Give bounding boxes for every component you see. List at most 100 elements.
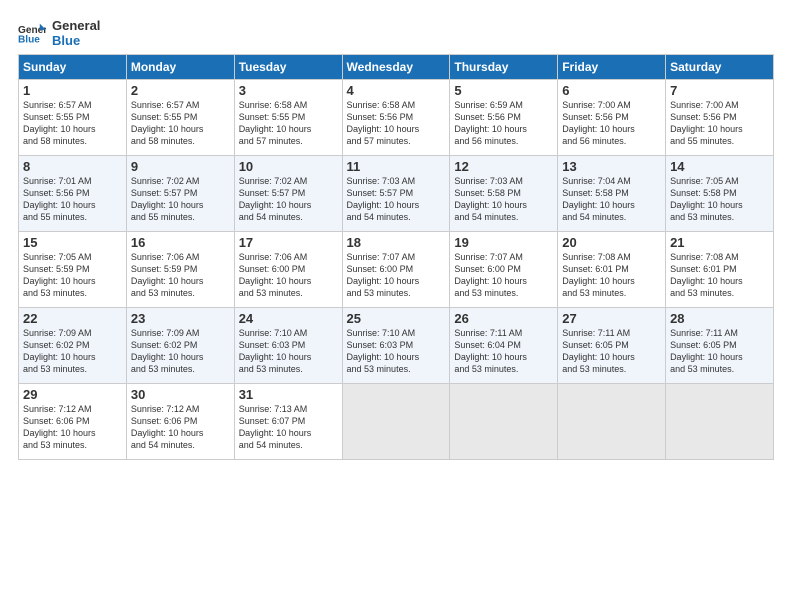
day-number: 2	[131, 83, 230, 98]
week-row-4: 22Sunrise: 7:09 AM Sunset: 6:02 PM Dayli…	[19, 308, 774, 384]
day-number: 19	[454, 235, 553, 250]
cell-info: Sunrise: 7:09 AM Sunset: 6:02 PM Dayligh…	[131, 327, 230, 376]
calendar-cell: 17Sunrise: 7:06 AM Sunset: 6:00 PM Dayli…	[234, 232, 342, 308]
calendar-cell: 8Sunrise: 7:01 AM Sunset: 5:56 PM Daylig…	[19, 156, 127, 232]
day-number: 10	[239, 159, 338, 174]
calendar-cell: 25Sunrise: 7:10 AM Sunset: 6:03 PM Dayli…	[342, 308, 450, 384]
cell-info: Sunrise: 7:11 AM Sunset: 6:05 PM Dayligh…	[562, 327, 661, 376]
cell-info: Sunrise: 7:05 AM Sunset: 5:58 PM Dayligh…	[670, 175, 769, 224]
day-header-saturday: Saturday	[666, 55, 774, 80]
day-number: 25	[347, 311, 446, 326]
calendar-cell: 4Sunrise: 6:58 AM Sunset: 5:56 PM Daylig…	[342, 80, 450, 156]
day-number: 21	[670, 235, 769, 250]
calendar-container: General Blue General Blue SundayMondayTu…	[0, 0, 792, 470]
cell-info: Sunrise: 7:08 AM Sunset: 6:01 PM Dayligh…	[670, 251, 769, 300]
cell-info: Sunrise: 7:03 AM Sunset: 5:57 PM Dayligh…	[347, 175, 446, 224]
cell-info: Sunrise: 7:06 AM Sunset: 5:59 PM Dayligh…	[131, 251, 230, 300]
calendar-cell	[558, 384, 666, 460]
cell-info: Sunrise: 7:12 AM Sunset: 6:06 PM Dayligh…	[131, 403, 230, 452]
day-header-monday: Monday	[126, 55, 234, 80]
cell-info: Sunrise: 7:03 AM Sunset: 5:58 PM Dayligh…	[454, 175, 553, 224]
logo-general: General	[52, 18, 100, 33]
calendar-cell: 2Sunrise: 6:57 AM Sunset: 5:55 PM Daylig…	[126, 80, 234, 156]
cell-info: Sunrise: 7:06 AM Sunset: 6:00 PM Dayligh…	[239, 251, 338, 300]
calendar-table: SundayMondayTuesdayWednesdayThursdayFrid…	[18, 54, 774, 460]
day-number: 9	[131, 159, 230, 174]
cell-info: Sunrise: 6:59 AM Sunset: 5:56 PM Dayligh…	[454, 99, 553, 148]
calendar-cell: 5Sunrise: 6:59 AM Sunset: 5:56 PM Daylig…	[450, 80, 558, 156]
calendar-cell: 6Sunrise: 7:00 AM Sunset: 5:56 PM Daylig…	[558, 80, 666, 156]
day-number: 3	[239, 83, 338, 98]
cell-info: Sunrise: 6:58 AM Sunset: 5:56 PM Dayligh…	[347, 99, 446, 148]
calendar-cell: 20Sunrise: 7:08 AM Sunset: 6:01 PM Dayli…	[558, 232, 666, 308]
cell-info: Sunrise: 7:13 AM Sunset: 6:07 PM Dayligh…	[239, 403, 338, 452]
day-number: 15	[23, 235, 122, 250]
calendar-cell: 18Sunrise: 7:07 AM Sunset: 6:00 PM Dayli…	[342, 232, 450, 308]
day-number: 30	[131, 387, 230, 402]
cell-info: Sunrise: 7:11 AM Sunset: 6:05 PM Dayligh…	[670, 327, 769, 376]
calendar-cell: 14Sunrise: 7:05 AM Sunset: 5:58 PM Dayli…	[666, 156, 774, 232]
cell-info: Sunrise: 6:58 AM Sunset: 5:55 PM Dayligh…	[239, 99, 338, 148]
calendar-cell: 7Sunrise: 7:00 AM Sunset: 5:56 PM Daylig…	[666, 80, 774, 156]
calendar-cell: 13Sunrise: 7:04 AM Sunset: 5:58 PM Dayli…	[558, 156, 666, 232]
cell-info: Sunrise: 7:07 AM Sunset: 6:00 PM Dayligh…	[347, 251, 446, 300]
calendar-cell	[450, 384, 558, 460]
cell-info: Sunrise: 7:02 AM Sunset: 5:57 PM Dayligh…	[131, 175, 230, 224]
day-number: 20	[562, 235, 661, 250]
calendar-cell: 26Sunrise: 7:11 AM Sunset: 6:04 PM Dayli…	[450, 308, 558, 384]
day-header-tuesday: Tuesday	[234, 55, 342, 80]
calendar-cell: 3Sunrise: 6:58 AM Sunset: 5:55 PM Daylig…	[234, 80, 342, 156]
calendar-cell: 12Sunrise: 7:03 AM Sunset: 5:58 PM Dayli…	[450, 156, 558, 232]
cell-info: Sunrise: 7:04 AM Sunset: 5:58 PM Dayligh…	[562, 175, 661, 224]
week-row-2: 8Sunrise: 7:01 AM Sunset: 5:56 PM Daylig…	[19, 156, 774, 232]
day-number: 7	[670, 83, 769, 98]
calendar-cell: 22Sunrise: 7:09 AM Sunset: 6:02 PM Dayli…	[19, 308, 127, 384]
day-number: 18	[347, 235, 446, 250]
calendar-cell	[666, 384, 774, 460]
day-number: 31	[239, 387, 338, 402]
cell-info: Sunrise: 7:02 AM Sunset: 5:57 PM Dayligh…	[239, 175, 338, 224]
day-number: 11	[347, 159, 446, 174]
calendar-cell: 31Sunrise: 7:13 AM Sunset: 6:07 PM Dayli…	[234, 384, 342, 460]
header: General Blue General Blue	[18, 18, 774, 48]
cell-info: Sunrise: 7:07 AM Sunset: 6:00 PM Dayligh…	[454, 251, 553, 300]
cell-info: Sunrise: 6:57 AM Sunset: 5:55 PM Dayligh…	[131, 99, 230, 148]
day-number: 23	[131, 311, 230, 326]
cell-info: Sunrise: 7:10 AM Sunset: 6:03 PM Dayligh…	[239, 327, 338, 376]
calendar-cell: 1Sunrise: 6:57 AM Sunset: 5:55 PM Daylig…	[19, 80, 127, 156]
day-number: 8	[23, 159, 122, 174]
cell-info: Sunrise: 7:00 AM Sunset: 5:56 PM Dayligh…	[562, 99, 661, 148]
cell-info: Sunrise: 6:57 AM Sunset: 5:55 PM Dayligh…	[23, 99, 122, 148]
cell-info: Sunrise: 7:08 AM Sunset: 6:01 PM Dayligh…	[562, 251, 661, 300]
calendar-cell: 21Sunrise: 7:08 AM Sunset: 6:01 PM Dayli…	[666, 232, 774, 308]
day-header-thursday: Thursday	[450, 55, 558, 80]
week-row-3: 15Sunrise: 7:05 AM Sunset: 5:59 PM Dayli…	[19, 232, 774, 308]
day-number: 16	[131, 235, 230, 250]
calendar-cell: 29Sunrise: 7:12 AM Sunset: 6:06 PM Dayli…	[19, 384, 127, 460]
cell-info: Sunrise: 7:11 AM Sunset: 6:04 PM Dayligh…	[454, 327, 553, 376]
svg-text:Blue: Blue	[18, 34, 40, 44]
day-number: 28	[670, 311, 769, 326]
calendar-cell: 24Sunrise: 7:10 AM Sunset: 6:03 PM Dayli…	[234, 308, 342, 384]
calendar-cell: 27Sunrise: 7:11 AM Sunset: 6:05 PM Dayli…	[558, 308, 666, 384]
calendar-cell: 16Sunrise: 7:06 AM Sunset: 5:59 PM Dayli…	[126, 232, 234, 308]
logo: General Blue General Blue	[18, 18, 100, 48]
cell-info: Sunrise: 7:05 AM Sunset: 5:59 PM Dayligh…	[23, 251, 122, 300]
cell-info: Sunrise: 7:09 AM Sunset: 6:02 PM Dayligh…	[23, 327, 122, 376]
day-number: 29	[23, 387, 122, 402]
calendar-cell: 9Sunrise: 7:02 AM Sunset: 5:57 PM Daylig…	[126, 156, 234, 232]
day-header-friday: Friday	[558, 55, 666, 80]
cell-info: Sunrise: 7:10 AM Sunset: 6:03 PM Dayligh…	[347, 327, 446, 376]
week-row-1: 1Sunrise: 6:57 AM Sunset: 5:55 PM Daylig…	[19, 80, 774, 156]
day-number: 17	[239, 235, 338, 250]
day-number: 12	[454, 159, 553, 174]
day-number: 24	[239, 311, 338, 326]
day-number: 14	[670, 159, 769, 174]
calendar-cell: 10Sunrise: 7:02 AM Sunset: 5:57 PM Dayli…	[234, 156, 342, 232]
cell-info: Sunrise: 7:01 AM Sunset: 5:56 PM Dayligh…	[23, 175, 122, 224]
days-header-row: SundayMondayTuesdayWednesdayThursdayFrid…	[19, 55, 774, 80]
day-number: 6	[562, 83, 661, 98]
cell-info: Sunrise: 7:12 AM Sunset: 6:06 PM Dayligh…	[23, 403, 122, 452]
day-number: 22	[23, 311, 122, 326]
day-number: 5	[454, 83, 553, 98]
